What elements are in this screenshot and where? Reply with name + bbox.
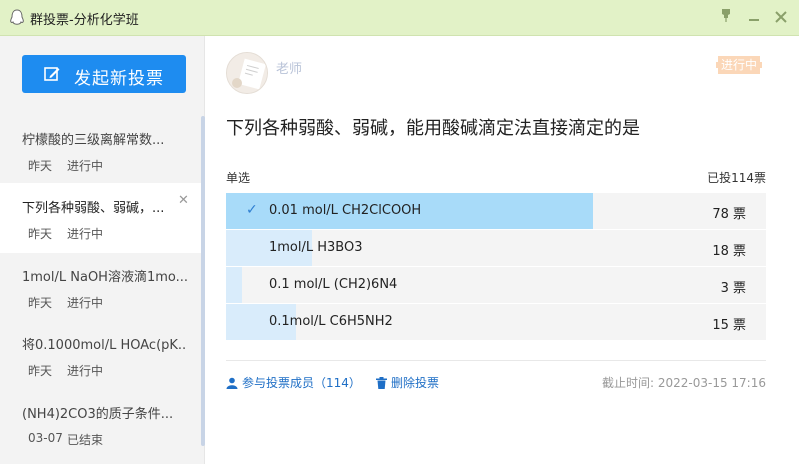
- vote-option[interactable]: 0.1mol/L C6H5NH2 15 票: [226, 304, 766, 341]
- window-title: 群投票-分析化学班: [30, 13, 139, 28]
- vote-list-sidebar: 发起新投票 柠檬酸的三级离解常数... 昨天 进行中 下列各种弱酸、弱碱，...…: [0, 36, 205, 464]
- sidebar-scrollbar[interactable]: [201, 116, 205, 446]
- vote-list-item[interactable]: 将0.1000mol/L HOAc(pK... 昨天 进行中: [0, 320, 201, 390]
- vote-list-item[interactable]: (NH4)2CO3的质子条件... 03-07 已结束: [0, 389, 201, 459]
- vote-list-item[interactable]: 柠檬酸的三级离解常数... 昨天 进行中: [0, 115, 201, 185]
- vote-item-title: 将0.1000mol/L HOAc(pK...: [22, 338, 187, 353]
- vote-footer: 参与投票成员（114） 删除投票 截止时间: 2022-03-15 17:16: [226, 373, 766, 393]
- trash-icon: [376, 377, 387, 389]
- option-list: ✓ 0.01 mol/L CH2ClCOOH 78 票 1mol/L H3BO3…: [226, 193, 766, 341]
- delete-vote-label: 删除投票: [391, 376, 440, 390]
- author-name: 老师: [276, 62, 303, 77]
- penguin-icon: [10, 9, 24, 25]
- new-vote-label: 发起新投票: [74, 69, 164, 89]
- option-count: 15 票: [712, 318, 746, 333]
- vote-item-title: 柠檬酸的三级离解常数...: [22, 133, 165, 148]
- vote-list-item[interactable]: 1mol/L NaOH溶液滴1mo... 昨天 进行中: [0, 252, 201, 322]
- vote-option[interactable]: ✓ 0.01 mol/L CH2ClCOOH 78 票: [226, 193, 766, 230]
- avatar[interactable]: [226, 52, 268, 94]
- divider: [226, 360, 766, 361]
- option-count: 3 票: [720, 281, 746, 296]
- edit-icon: [44, 67, 60, 81]
- pin-icon[interactable]: [716, 8, 736, 28]
- new-vote-button[interactable]: 发起新投票: [22, 55, 186, 93]
- option-result-bar: [226, 267, 242, 303]
- vote-total: 已投114票: [707, 171, 766, 185]
- vote-item-status: 已结束: [67, 433, 104, 447]
- members-link-label: 参与投票成员（114）: [242, 376, 361, 390]
- vote-item-status: 进行中: [67, 227, 104, 241]
- vote-detail-panel: 老师 进行中 下列各种弱酸、弱碱，能用酸碱滴定法直接滴定的是 单选 已投114票…: [206, 36, 799, 464]
- option-text: 0.1 mol/L (CH2)6N4: [269, 277, 398, 292]
- minimize-icon[interactable]: [744, 8, 764, 28]
- vote-option[interactable]: 1mol/L H3BO3 18 票: [226, 230, 766, 267]
- vote-item-date: 昨天: [28, 296, 53, 310]
- vote-option[interactable]: 0.1 mol/L (CH2)6N4 3 票: [226, 267, 766, 304]
- vote-item-date: 昨天: [28, 159, 53, 173]
- checkmark-icon: ✓: [246, 202, 258, 218]
- status-badge: 进行中: [716, 56, 762, 74]
- vote-type: 单选: [226, 171, 251, 185]
- vote-item-title: (NH4)2CO3的质子条件...: [22, 407, 174, 422]
- option-count: 78 票: [712, 207, 746, 222]
- vote-item-status: 进行中: [67, 159, 104, 173]
- delete-vote-link[interactable]: 删除投票: [376, 374, 439, 391]
- title-bar: 群投票-分析化学班: [0, 0, 799, 36]
- vote-meta-row: 单选 已投114票: [226, 169, 766, 187]
- vote-list-item-selected[interactable]: 下列各种弱酸、弱碱，... 昨天 进行中 ✕: [0, 183, 201, 253]
- vote-item-date: 昨天: [28, 364, 53, 378]
- vote-item-title: 下列各种弱酸、弱碱，...: [22, 201, 165, 216]
- members-link[interactable]: 参与投票成员（114）: [226, 374, 361, 391]
- option-text: 1mol/L H3BO3: [269, 240, 363, 255]
- vote-item-date: 昨天: [28, 227, 53, 241]
- close-icon[interactable]: [771, 8, 791, 28]
- user-icon: [226, 377, 238, 389]
- vote-item-status: 进行中: [67, 364, 104, 378]
- option-text: 0.01 mol/L CH2ClCOOH: [269, 203, 422, 218]
- vote-item-date: 03-07: [28, 431, 63, 445]
- vote-question: 下列各种弱酸、弱碱，能用酸碱滴定法直接滴定的是: [226, 118, 640, 139]
- vote-item-title: 1mol/L NaOH溶液滴1mo...: [22, 270, 187, 285]
- option-count: 18 票: [712, 244, 746, 259]
- remove-icon[interactable]: ✕: [178, 193, 189, 208]
- deadline-text: 截止时间: 2022-03-15 17:16: [602, 376, 766, 390]
- vote-item-status: 进行中: [67, 296, 104, 310]
- option-text: 0.1mol/L C6H5NH2: [269, 314, 393, 329]
